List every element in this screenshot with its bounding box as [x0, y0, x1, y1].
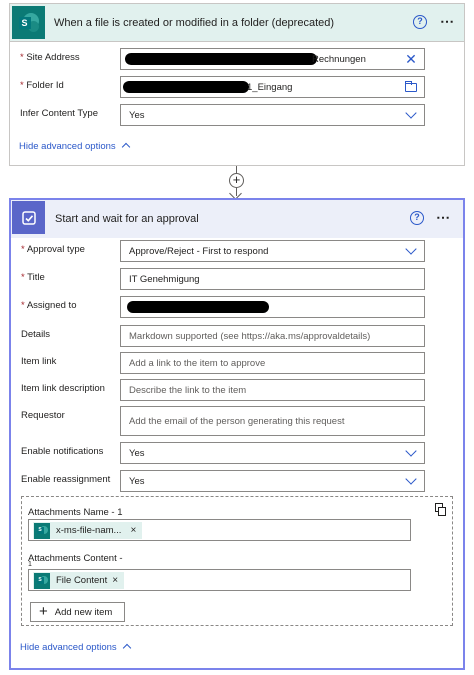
item-link-description-row: Item link description Describe the link …: [11, 379, 463, 403]
site-address-label: * Site Address: [20, 52, 80, 63]
token-label: x-ms-file-nam...: [56, 525, 122, 536]
trigger-title: When a file is created or modified in a …: [54, 17, 335, 29]
dynamic-content-token[interactable]: S File Content ×: [33, 572, 125, 589]
item-link-description-field[interactable]: Describe the link to the item: [120, 379, 425, 401]
item-link-label: Item link: [21, 356, 57, 367]
chevron-down-icon: [404, 107, 418, 122]
chevron-up-icon: [122, 643, 131, 653]
assigned-to-field[interactable]: [120, 296, 425, 318]
assigned-to-row: * Assigned to: [11, 296, 463, 320]
approval-icon: [12, 201, 45, 234]
approval-title: Start and wait for an approval: [55, 213, 199, 225]
folder-id-value: 1_Eingang: [247, 82, 293, 93]
item-link-description-placeholder: Describe the link to the item: [129, 385, 247, 396]
enable-reassignment-row: Enable reassignment Yes: [11, 470, 463, 494]
attachments-name-field[interactable]: S x-ms-file-nam... ×: [28, 519, 411, 541]
remove-token-icon[interactable]: ×: [130, 525, 136, 536]
chevron-down-icon: [404, 445, 418, 460]
approval-card-header[interactable]: Start and wait for an approval ? ⋯: [11, 200, 463, 238]
requestor-label: Requestor: [21, 410, 65, 421]
enable-reassignment-label: Enable reassignment: [21, 474, 111, 485]
token-label: File Content: [56, 575, 108, 586]
details-placeholder: Markdown supported (see https://aka.ms/a…: [129, 331, 371, 342]
enable-notifications-label: Enable notifications: [21, 446, 104, 457]
add-new-item-button[interactable]: + Add new item: [30, 602, 125, 622]
chevron-up-icon: [121, 142, 130, 152]
add-step-plus-icon[interactable]: +: [229, 173, 244, 188]
help-icon[interactable]: ?: [413, 15, 427, 29]
details-field[interactable]: Markdown supported (see https://aka.ms/a…: [120, 325, 425, 347]
add-new-item-label: Add new item: [54, 606, 113, 618]
attachments-name-label: Attachments Name - 1: [28, 507, 123, 518]
remove-token-icon[interactable]: ×: [112, 575, 118, 586]
more-options-icon[interactable]: ⋯: [436, 209, 451, 226]
enable-reassignment-dropdown[interactable]: Yes: [120, 470, 425, 492]
trigger-card: S When a file is created or modified in …: [9, 3, 465, 166]
sharepoint-icon: S: [34, 522, 50, 539]
site-address-row: * Site Address Rechnungen ✕: [10, 48, 464, 72]
folder-id-field[interactable]: 1_Eingang: [120, 76, 425, 98]
requestor-placeholder: Add the email of the person generating t…: [129, 416, 345, 427]
chevron-down-icon: [404, 243, 418, 258]
attachments-content-label-wrap: 1: [28, 561, 32, 568]
clear-x-icon[interactable]: ✕: [404, 52, 418, 66]
infer-content-type-label: Infer Content Type: [20, 108, 98, 119]
redacted-value: [125, 53, 317, 65]
enable-notifications-value: Yes: [129, 448, 145, 459]
item-link-placeholder: Add a link to the item to approve: [129, 358, 266, 369]
title-value: IT Genehmigung: [129, 274, 200, 285]
item-link-description-label: Item link description: [21, 383, 105, 394]
requestor-field[interactable]: Add the email of the person generating t…: [120, 406, 425, 436]
more-options-icon[interactable]: ⋯: [440, 13, 455, 30]
item-link-row: Item link Add a link to the item to appr…: [11, 352, 463, 376]
hide-advanced-options-link[interactable]: Hide advanced options: [19, 141, 130, 152]
approval-type-label: * Approval type: [21, 244, 85, 255]
infer-content-type-row: Infer Content Type Yes: [10, 104, 464, 128]
trigger-card-header[interactable]: S When a file is created or modified in …: [10, 4, 464, 42]
sharepoint-icon: S: [34, 572, 50, 589]
switch-to-input-array-icon[interactable]: [435, 503, 447, 516]
redacted-value: [127, 301, 269, 313]
title-label: * Title: [21, 272, 45, 283]
folder-id-label: * Folder Id: [20, 80, 64, 91]
infer-content-type-dropdown[interactable]: Yes: [120, 104, 425, 126]
attachments-content-field[interactable]: S File Content ×: [28, 569, 411, 591]
title-field[interactable]: IT Genehmigung: [120, 268, 425, 290]
redacted-value: [123, 81, 249, 93]
chevron-down-icon: [404, 473, 418, 488]
site-address-value: Rechnungen: [312, 54, 366, 65]
enable-reassignment-value: Yes: [129, 476, 145, 487]
plus-icon: +: [39, 603, 48, 620]
approval-card: Start and wait for an approval ? ⋯ * App…: [9, 198, 465, 670]
help-icon[interactable]: ?: [410, 211, 424, 225]
requestor-row: Requestor Add the email of the person ge…: [11, 406, 463, 436]
site-address-field[interactable]: Rechnungen ✕: [120, 48, 425, 70]
approval-type-row: * Approval type Approve/Reject - First t…: [11, 240, 463, 264]
approval-type-dropdown[interactable]: Approve/Reject - First to respond: [120, 240, 425, 262]
folder-icon[interactable]: [404, 80, 418, 94]
attachments-content-label: Attachments Content -: [28, 553, 123, 564]
title-row: * Title IT Genehmigung: [11, 268, 463, 292]
infer-content-type-value: Yes: [129, 110, 145, 121]
item-link-field[interactable]: Add a link to the item to approve: [120, 352, 425, 374]
approval-type-value: Approve/Reject - First to respond: [129, 246, 269, 257]
details-label: Details: [21, 329, 51, 340]
enable-notifications-row: Enable notifications Yes: [11, 442, 463, 466]
sharepoint-icon: S: [12, 6, 45, 39]
folder-id-row: * Folder Id 1_Eingang: [10, 76, 464, 100]
assigned-to-label: * Assigned to: [21, 300, 77, 311]
enable-notifications-dropdown[interactable]: Yes: [120, 442, 425, 464]
hide-advanced-options-link[interactable]: Hide advanced options: [20, 642, 131, 653]
dynamic-content-token[interactable]: S x-ms-file-nam... ×: [33, 522, 143, 539]
details-row: Details Markdown supported (see https://…: [11, 325, 463, 349]
